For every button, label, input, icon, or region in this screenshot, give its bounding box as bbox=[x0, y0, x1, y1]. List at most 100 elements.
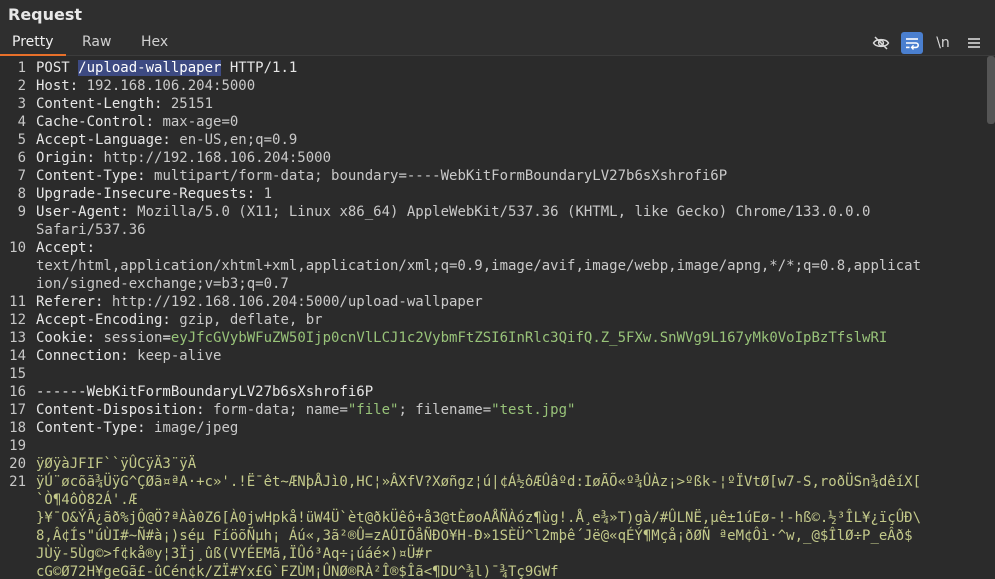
code-token: "file" bbox=[347, 402, 399, 418]
line-number: 10 bbox=[9, 240, 26, 256]
code-token: ÿÚ¨øcõã¾ÜÿG^ÇØã¤ªA·+c»'.!Ë¯êt~ÆNþÅJì0,HC… bbox=[36, 474, 922, 490]
code-line: ÿØÿàJFIF``ÿÛCÿÄ3¨ÿÄ bbox=[36, 455, 196, 473]
code-line: 8,Â¢Ís"úÙI#~Ñ#à¡)séµ FíöõÑµh¡ Áú«,3ã²®Û=… bbox=[36, 527, 913, 545]
code-token: max-age=0 bbox=[162, 114, 239, 130]
tab-pretty[interactable]: Pretty bbox=[12, 34, 54, 50]
line-number: 21 bbox=[9, 474, 26, 490]
code-line: cG©Ø72H¥geGã£-ûCén¢k/ZÏ#Yx£G`FZÙM¡ÛNØ®RÀ… bbox=[36, 563, 559, 579]
code-token: Accept: bbox=[36, 240, 96, 256]
code-line: ÿÚ¨øcõã¾ÜÿG^ÇØã¤ªA·+c»'.!Ë¯êt~ÆNþÅJì0,HC… bbox=[36, 473, 921, 491]
code-line: Cache-Control: max-age=0 bbox=[36, 113, 238, 131]
code-token: Upgrade-Insecure-Requests: bbox=[36, 186, 264, 202]
code-line: Content-Length: 25151 bbox=[36, 95, 213, 113]
line-number: 9 bbox=[17, 204, 26, 220]
code-line: ion/signed-exchange;v=b3;q=0.7 bbox=[36, 275, 289, 293]
newline-label: \n bbox=[936, 35, 950, 51]
word-wrap-button[interactable] bbox=[901, 32, 923, 54]
code-line: Origin: http://192.168.106.204:5000 bbox=[36, 149, 331, 167]
code-line: ------WebKitFormBoundaryLV27b6sXshrofi6P bbox=[36, 383, 373, 401]
line-number: 14 bbox=[9, 348, 26, 364]
code-token: JÙÿ-5Ùg©>f¢kå®y¦3Ïj¸ûß(VYÉEMã,ÏÛó³Aq÷¡úá… bbox=[36, 546, 433, 562]
code-token: cG©Ø72H¥geGã£-ûCén¢k/ZÏ#Yx£G`FZÙM¡ÛNØ®RÀ… bbox=[36, 564, 559, 579]
code-token: multipart/form-data; boundary=----WebKit… bbox=[154, 168, 728, 184]
code-token: Referer: bbox=[36, 294, 112, 310]
code-token: = bbox=[162, 330, 171, 346]
line-number: 15 bbox=[9, 366, 26, 382]
code-token: text/html,application/xhtml+xml,applicat… bbox=[36, 258, 922, 274]
line-number: 13 bbox=[9, 330, 26, 346]
line-number: 4 bbox=[17, 114, 26, 130]
code-token: image/jpeg bbox=[154, 420, 239, 436]
line-number: 5 bbox=[17, 132, 26, 148]
menu-button[interactable] bbox=[963, 32, 985, 54]
code-line: Safari/537.36 bbox=[36, 221, 146, 239]
code-token: Accept-Language: bbox=[36, 132, 180, 148]
code-token: User-Agent: bbox=[36, 204, 138, 220]
view-tabs-bar: Pretty Raw Hex \n bbox=[0, 30, 995, 56]
code-token: Content-Type: bbox=[36, 420, 155, 436]
vertical-scrollbar[interactable] bbox=[987, 56, 995, 124]
line-number: 11 bbox=[9, 294, 26, 310]
hide-nonprintable-button[interactable] bbox=[870, 32, 892, 54]
code-token: ÿØÿàJFIF``ÿÛCÿÄ3¨ÿÄ bbox=[36, 456, 197, 472]
code-token: session bbox=[103, 330, 163, 346]
code-line: Content-Type: multipart/form-data; bound… bbox=[36, 167, 727, 185]
tab-hex[interactable]: Hex bbox=[141, 34, 168, 50]
panel-header: Request bbox=[0, 0, 995, 30]
panel-title: Request bbox=[8, 5, 83, 24]
code-line: Referer: http://192.168.106.204:5000/upl… bbox=[36, 293, 483, 311]
code-token: en-US,en;q=0.9 bbox=[179, 132, 298, 148]
eye-off-icon bbox=[872, 36, 890, 50]
code-token: Origin: bbox=[36, 150, 104, 166]
code-token: Safari/537.36 bbox=[36, 222, 146, 238]
code-line: Accept: bbox=[36, 239, 95, 257]
wrap-lines-icon bbox=[906, 38, 919, 50]
code-token: Cache-Control: bbox=[36, 114, 163, 130]
code-token: 192.168.106.204:5000 bbox=[86, 78, 256, 94]
line-number: 16 bbox=[9, 384, 26, 400]
code-token: `Ò¶4ôÒ82Á'.Æ bbox=[36, 492, 138, 508]
code-line: Connection: keep-alive bbox=[36, 347, 221, 365]
code-token: keep-alive bbox=[137, 348, 222, 364]
code-line: Accept-Encoding: gzip, deflate, br bbox=[36, 311, 323, 329]
code-line: Accept-Language: en-US,en;q=0.9 bbox=[36, 131, 297, 149]
code-token: 1 bbox=[263, 186, 273, 202]
code-line: }¥¯O&ÝÃ¿ãð%jÔ@Ö?ªÀà0Z6[À0jwHpkå!üW4Ü`èt@… bbox=[36, 509, 921, 527]
line-number: 1 bbox=[17, 60, 26, 76]
line-number: 7 bbox=[17, 168, 26, 184]
code-line: Content-Type: image/jpeg bbox=[36, 419, 238, 437]
code-line: Host: 192.168.106.204:5000 bbox=[36, 77, 255, 95]
code-line: User-Agent: Mozilla/5.0 (X11; Linux x86_… bbox=[36, 203, 870, 221]
show-newlines-button[interactable]: \n bbox=[932, 32, 954, 54]
request-panel: Request Pretty Raw Hex \n 1 POST /upload… bbox=[0, 0, 995, 579]
request-editor[interactable]: 1 POST /upload-wallpaper HTTP/1.1 2 Host: 1… bbox=[0, 56, 995, 579]
code-token: Host: bbox=[36, 78, 87, 94]
line-number: 18 bbox=[9, 420, 26, 436]
code-token: form-data; name= bbox=[213, 402, 348, 418]
tab-raw[interactable]: Raw bbox=[82, 34, 111, 50]
code-token: 25151 bbox=[170, 96, 214, 112]
code-token: "test.jpg" bbox=[491, 402, 576, 418]
code-token: http://192.168.106.204:5000/upload-wallp… bbox=[111, 294, 483, 310]
code-line: Cookie: session=eyJfcGVybWFuZW50Ijp0cnVl… bbox=[36, 329, 887, 347]
code-token: Accept-Encoding: bbox=[36, 312, 180, 328]
code-token: }¥¯O&ÝÃ¿ãð%jÔ@Ö?ªÀà0Z6[À0jwHpkå!üW4Ü`èt@… bbox=[36, 510, 922, 526]
code-token: Cookie: bbox=[36, 330, 104, 346]
line-number: 8 bbox=[17, 186, 26, 202]
line-number: 3 bbox=[17, 96, 26, 112]
line-number: 2 bbox=[17, 78, 26, 94]
code-token: Content-Type: bbox=[36, 168, 155, 184]
code-token: eyJfcGVybWFuZW50Ijp0cnVlLCJ1c2VybmFtZSI6… bbox=[170, 330, 888, 346]
line-number: 6 bbox=[17, 150, 26, 166]
line-number: 20 bbox=[9, 456, 26, 472]
code-token: HTTP/1.1 bbox=[221, 60, 298, 76]
code-line: Content-Disposition: form-data; name="fi… bbox=[36, 401, 575, 419]
code-token: Connection: bbox=[36, 348, 138, 364]
code-token: ion/signed-exchange;v=b3;q=0.7 bbox=[36, 276, 289, 292]
line-number: 17 bbox=[9, 402, 26, 418]
code-token: http://192.168.106.204:5000 bbox=[103, 150, 332, 166]
code-token: ------WebKitFormBoundaryLV27b6sXshrofi6P bbox=[36, 384, 374, 400]
code-token: POST bbox=[36, 60, 79, 76]
code-line: POST /upload-wallpaper HTTP/1.1 bbox=[36, 59, 297, 77]
line-number: 19 bbox=[9, 438, 26, 454]
